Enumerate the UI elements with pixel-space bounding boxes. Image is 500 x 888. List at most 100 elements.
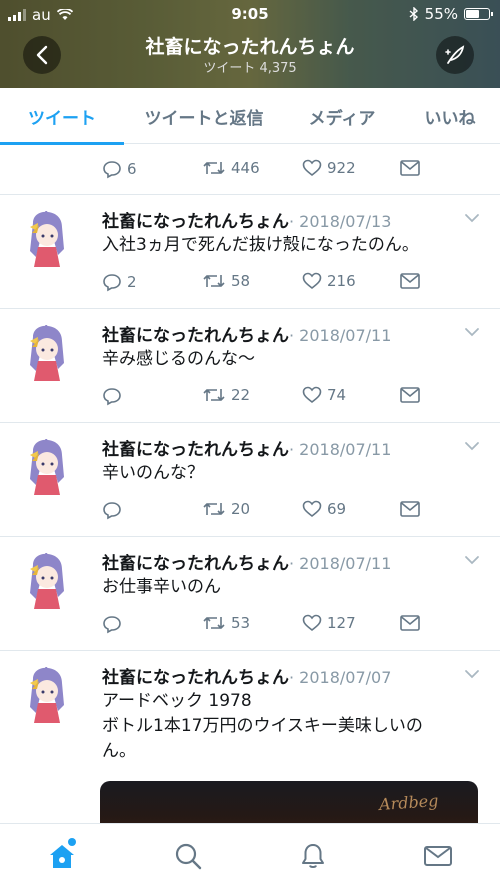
retweet-count: 53 <box>231 614 251 632</box>
heart-icon <box>302 614 322 632</box>
tweet-feed[interactable]: 6 446 922 社畜になったれんちょん· 2018/07/13 入社3ヵ月で… <box>0 145 500 823</box>
share-dm-button[interactable] <box>399 386 421 404</box>
retweet-count: 446 <box>231 159 260 177</box>
reply-button[interactable] <box>102 614 127 634</box>
author-name[interactable]: 社畜になったれんちょん <box>102 212 289 232</box>
retweet-button[interactable]: 53 <box>202 614 250 632</box>
tweet-actions: 6 446 922 <box>102 159 432 181</box>
reply-icon <box>103 274 121 292</box>
share-dm-button[interactable] <box>399 614 421 632</box>
reply-icon <box>103 161 121 179</box>
retweet-icon <box>203 389 225 401</box>
reply-button[interactable] <box>102 500 127 520</box>
quill-icon <box>445 45 465 64</box>
heart-icon <box>302 272 322 290</box>
battery-icon <box>464 8 493 20</box>
tab-likes[interactable]: いいね <box>400 88 500 144</box>
avatar[interactable] <box>24 667 70 723</box>
tweet-text: 辛み感じるのんな〜 <box>102 349 255 369</box>
tweet-actions: 53 127 <box>102 614 432 636</box>
reply-icon <box>103 616 121 634</box>
tab-tweets[interactable]: ツイート <box>0 88 124 145</box>
tweet-actions: 20 69 <box>102 500 432 522</box>
envelope-icon <box>400 387 420 403</box>
like-button[interactable]: 216 <box>302 272 356 290</box>
retweet-button[interactable]: 20 <box>202 500 250 518</box>
chevron-down-icon[interactable] <box>464 213 480 223</box>
battery-percent: 55% <box>424 5 458 23</box>
home-icon <box>50 845 74 868</box>
like-count: 922 <box>327 159 356 177</box>
envelope-icon <box>424 846 452 866</box>
envelope-icon <box>400 273 420 289</box>
retweet-button[interactable]: 22 <box>202 386 250 404</box>
like-count: 216 <box>327 272 356 290</box>
author-name[interactable]: 社畜になったれんちょん <box>102 440 289 460</box>
avatar[interactable] <box>24 553 70 609</box>
nav-messages[interactable] <box>422 840 454 872</box>
tweet-item[interactable]: 6 446 922 <box>0 145 500 195</box>
like-button[interactable]: 922 <box>302 159 356 177</box>
share-dm-button[interactable] <box>399 272 421 290</box>
tweet-count: ツイート 4,375 <box>203 61 297 76</box>
chevron-down-icon[interactable] <box>464 669 480 679</box>
unread-dot <box>68 838 76 846</box>
profile-name: 社畜になったれんちょん <box>145 36 355 58</box>
tweet-text: 辛いのんな？ <box>102 463 204 483</box>
tweet-item[interactable]: 社畜になったれんちょん· 2018/07/13 入社3ヵ月で死んだ抜け殻になった… <box>0 195 500 309</box>
search-icon <box>175 843 202 870</box>
tab-media[interactable]: メディア <box>284 88 400 144</box>
profile-tabs: ツイート ツイートと返信 メディア いいね <box>0 88 500 145</box>
tweet-date: · 2018/07/11 <box>289 326 392 345</box>
author-name[interactable]: 社畜になったれんちょん <box>102 668 289 688</box>
chevron-down-icon[interactable] <box>464 327 480 337</box>
like-count: 69 <box>327 500 347 518</box>
bell-icon <box>302 844 324 868</box>
heart-icon <box>302 500 322 518</box>
like-button[interactable]: 74 <box>302 386 346 404</box>
reply-count: 6 <box>127 160 137 178</box>
tweet-item[interactable]: 社畜になったれんちょん· 2018/07/11 辛いのんな？ 20 69 <box>0 423 500 537</box>
retweet-icon <box>203 503 225 515</box>
reply-button[interactable]: 6 <box>102 159 137 179</box>
tweet-media-image[interactable]: Ardbeg <box>100 781 478 823</box>
nav-notifications[interactable] <box>297 840 329 872</box>
like-count: 74 <box>327 386 347 404</box>
tweet-item[interactable]: 社畜になったれんちょん· 2018/07/07 アードベック 1978 ボトル1… <box>0 651 500 823</box>
like-button[interactable]: 127 <box>302 614 356 632</box>
nav-search[interactable] <box>172 840 204 872</box>
reply-icon <box>103 388 121 406</box>
envelope-icon <box>400 160 420 176</box>
author-name[interactable]: 社畜になったれんちょん <box>102 326 289 346</box>
nav-home[interactable] <box>46 838 78 872</box>
avatar[interactable] <box>24 211 70 267</box>
avatar[interactable] <box>24 439 70 495</box>
tweet-date: · 2018/07/11 <box>289 440 392 459</box>
heart-icon <box>302 386 322 404</box>
share-dm-button[interactable] <box>399 159 421 177</box>
tweet-text-line: アードベック 1978 <box>102 691 252 711</box>
author-name[interactable]: 社畜になったれんちょん <box>102 554 289 574</box>
chevron-down-icon[interactable] <box>464 555 480 565</box>
media-label: Ardbeg <box>378 790 439 815</box>
tweet-text-line: ん。 <box>102 741 136 761</box>
like-button[interactable]: 69 <box>302 500 346 518</box>
tweet-date: · 2018/07/07 <box>289 668 392 687</box>
envelope-icon <box>400 501 420 517</box>
retweet-count: 22 <box>231 386 251 404</box>
retweet-button[interactable]: 58 <box>202 272 250 290</box>
chevron-down-icon[interactable] <box>464 441 480 451</box>
tweet-text: お仕事辛いのん <box>102 577 221 597</box>
retweet-button[interactable]: 446 <box>202 159 260 177</box>
tab-tweets-and-replies[interactable]: ツイートと返信 <box>124 88 284 144</box>
tweet-item[interactable]: 社畜になったれんちょん· 2018/07/11 辛み感じるのんな〜 22 74 <box>0 309 500 423</box>
tweet-item[interactable]: 社畜になったれんちょん· 2018/07/11 お仕事辛いのん 53 127 <box>0 537 500 651</box>
reply-button[interactable] <box>102 386 127 406</box>
share-dm-button[interactable] <box>399 500 421 518</box>
reply-button[interactable]: 2 <box>102 272 137 292</box>
avatar[interactable] <box>24 325 70 381</box>
profile-header: au 9:05 55% 社畜になったれんちょん ツイート 4,375 <box>0 0 500 88</box>
compose-tweet-button[interactable] <box>436 36 474 74</box>
reply-icon <box>103 502 121 520</box>
status-bar: au 9:05 55% <box>0 0 500 30</box>
